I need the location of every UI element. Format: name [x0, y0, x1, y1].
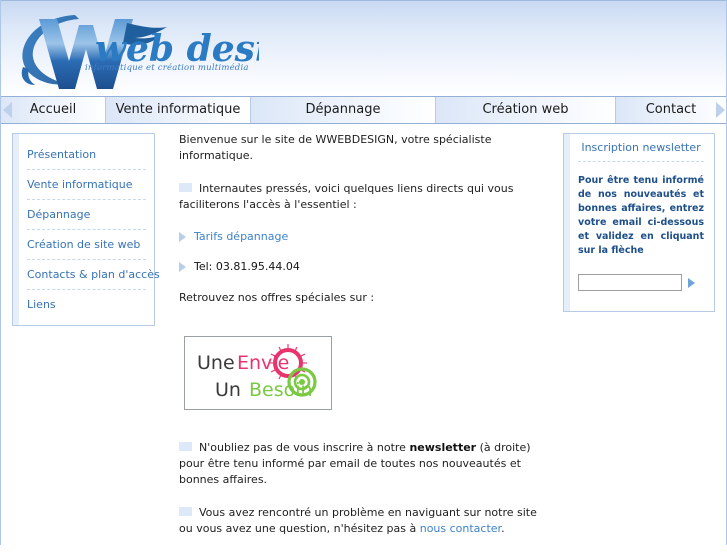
newsletter-reminder-paragraph: N'oubliez pas de vous inscrire à notre n…	[179, 440, 549, 488]
sidebar-item-liens[interactable]: Liens	[27, 290, 146, 319]
triangle-right-icon	[179, 231, 186, 242]
page-body: Présentation Vente informatique Dépannag…	[1, 124, 726, 543]
intro-paragraph: Bienvenue sur le site de WWEBDESIGN, vot…	[179, 133, 492, 162]
sidebar-item-label: Dépannage	[27, 208, 91, 221]
nav-item-vente-informatique[interactable]: Vente informatique	[106, 97, 251, 123]
nav-item-label: Contact	[645, 102, 697, 117]
main-content: Bienvenue sur le site de WWEBDESIGN, vot…	[179, 132, 549, 554]
sidebar-menu: Présentation Vente informatique Dépannag…	[12, 133, 160, 326]
newsletter-form	[578, 274, 704, 297]
sidebar-item-label: Présentation	[27, 148, 97, 161]
newsletter-keyword: newsletter	[409, 441, 477, 454]
indent-marker-icon	[179, 507, 192, 516]
sidebar-item-vente-informatique[interactable]: Vente informatique	[27, 170, 146, 200]
site-logo[interactable]: web design	[9, 5, 259, 91]
nav-item-label: Vente informatique	[115, 102, 241, 117]
quick-link-label[interactable]: Tarifs dépannage	[194, 230, 288, 243]
nav-item-accueil[interactable]: Accueil	[1, 97, 106, 123]
sidebar-item-label: Création de site web	[27, 238, 141, 251]
contact-text-b: .	[501, 522, 505, 535]
newsletter-title: Inscription newsletter	[578, 141, 704, 162]
nav-item-label: Création web	[482, 102, 569, 117]
quick-link-row-tarifs[interactable]: Tarifs dépannage	[179, 230, 549, 243]
svg-text:Envie: Envie	[237, 352, 289, 374]
logo-tagline: informatique et création multimédia	[85, 63, 249, 73]
newsletter-email-input[interactable]	[578, 274, 682, 291]
sidebar-item-presentation[interactable]: Présentation	[27, 140, 146, 170]
quick-intro-line2: l'accès à l'essentiel :	[243, 198, 357, 211]
svg-text:Un: Un	[215, 379, 241, 401]
sidebar-item-creation-de-site-web[interactable]: Création de site web	[27, 230, 146, 260]
nav-item-creation-web[interactable]: Création web	[436, 97, 616, 123]
partner-banner-une-envie-un-besoin[interactable]: Une Envie Un Besoin	[184, 336, 332, 410]
main-navigation: Accueil Vente informatique Dépannage Cré…	[1, 96, 726, 124]
sidebar-item-contacts-plan-acces[interactable]: Contacts & plan d'accès	[27, 260, 160, 290]
newsletter-description: Pour être tenu informé de nos nouveautés…	[578, 175, 704, 256]
indent-marker-icon	[179, 442, 192, 451]
nav-item-depannage[interactable]: Dépannage	[251, 97, 436, 123]
page-root: web design informatique et création mult…	[0, 0, 727, 545]
newsletter-submit-icon[interactable]	[688, 277, 695, 288]
newsletter-panel: Inscription newsletter Pour être tenu in…	[563, 133, 715, 312]
sidebar-item-label: Contacts & plan d'accès	[27, 268, 160, 281]
newsletter-inner: Inscription newsletter Pour être tenu in…	[564, 134, 714, 311]
quick-intro-paragraph: Internautes pressés, voici quelques lien…	[179, 181, 549, 213]
svg-text:Besoin: Besoin	[249, 379, 313, 401]
svg-text:Une: Une	[197, 352, 235, 374]
contact-us-link[interactable]: nous contacter	[420, 522, 501, 535]
newsletter-reminder-a: N'oubliez pas de vous inscrire à notre	[199, 441, 410, 454]
sidebar-list: Présentation Vente informatique Dépannag…	[13, 134, 160, 325]
chevron-right-end-icon	[716, 102, 725, 118]
offers-paragraph: Retrouvez nos offres spéciales sur :	[179, 291, 375, 304]
quick-link-row-telephone: Tel: 03.81.95.44.04	[179, 260, 549, 273]
phone-number: Tel: 03.81.95.44.04	[194, 260, 300, 273]
nav-item-contact[interactable]: Contact	[616, 97, 726, 123]
site-header: web design informatique et création mult…	[1, 0, 726, 96]
sidebar-item-label: Liens	[27, 298, 56, 311]
indent-marker-icon	[179, 183, 192, 192]
contact-paragraph: Vous avez rencontré un problème en navig…	[179, 505, 549, 537]
nav-item-label: Accueil	[29, 102, 77, 117]
chevron-right-icon	[3, 102, 12, 118]
quick-links-list: Tarifs dépannage Tel: 03.81.95.44.04	[179, 230, 549, 273]
triangle-right-icon	[179, 261, 186, 272]
nav-item-label: Dépannage	[305, 102, 381, 117]
sidebar-item-label: Vente informatique	[27, 178, 133, 191]
sidebar-item-depannage[interactable]: Dépannage	[27, 200, 146, 230]
